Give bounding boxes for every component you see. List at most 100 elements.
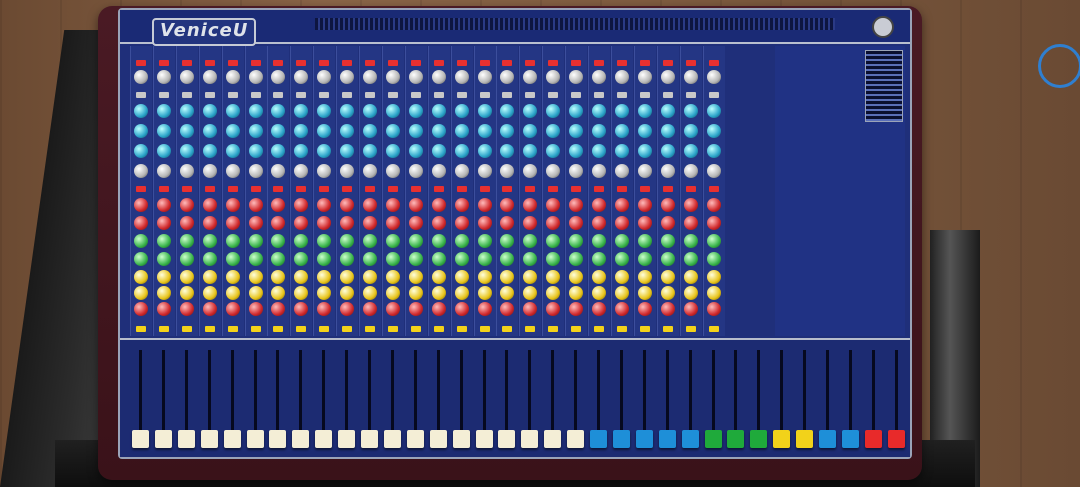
aux-knob[interactable] <box>385 234 400 248</box>
aux-knob[interactable] <box>271 216 286 230</box>
gain-knob[interactable] <box>431 70 446 84</box>
aux-knob[interactable] <box>637 234 652 248</box>
mute-button[interactable] <box>296 186 307 192</box>
aux-knob[interactable] <box>408 234 423 248</box>
gain-knob[interactable] <box>683 70 698 84</box>
aux-knob[interactable] <box>179 234 194 248</box>
aux-knob[interactable] <box>546 252 561 266</box>
aux-knob[interactable] <box>408 198 423 212</box>
solo-button[interactable] <box>365 326 375 332</box>
aux-knob[interactable] <box>683 252 698 266</box>
fader-cap[interactable] <box>841 430 859 448</box>
channel-fader[interactable] <box>588 350 609 455</box>
eq-knob[interactable] <box>202 124 217 138</box>
eq-knob[interactable] <box>134 144 148 158</box>
gain-knob[interactable] <box>248 164 263 178</box>
mute-button[interactable] <box>319 60 330 66</box>
aux-knob[interactable] <box>592 302 606 316</box>
aux-knob[interactable] <box>500 216 515 230</box>
aux-knob[interactable] <box>294 216 309 230</box>
aux-knob[interactable] <box>156 234 171 248</box>
aux-knob[interactable] <box>134 270 148 284</box>
aux-knob[interactable] <box>363 216 377 230</box>
aux-knob[interactable] <box>385 270 400 284</box>
gain-knob[interactable] <box>340 164 355 178</box>
aux-knob[interactable] <box>706 302 721 316</box>
aux-knob[interactable] <box>271 302 286 316</box>
channel-fader[interactable] <box>725 350 746 455</box>
gain-knob[interactable] <box>317 70 332 84</box>
channel-fader[interactable] <box>565 350 586 455</box>
eq-knob[interactable] <box>569 144 584 158</box>
mute-button[interactable] <box>158 60 169 66</box>
eq-knob[interactable] <box>592 144 606 158</box>
eq-knob[interactable] <box>248 124 263 138</box>
aux-knob[interactable] <box>202 252 217 266</box>
switch-button[interactable] <box>319 92 330 98</box>
aux-knob[interactable] <box>134 302 148 316</box>
gain-knob[interactable] <box>385 70 400 84</box>
aux-knob[interactable] <box>477 252 492 266</box>
eq-knob[interactable] <box>317 124 332 138</box>
channel-fader[interactable] <box>222 350 243 455</box>
aux-knob[interactable] <box>225 198 240 212</box>
mute-button[interactable] <box>410 186 421 192</box>
aux-knob[interactable] <box>683 216 698 230</box>
aux-knob[interactable] <box>225 286 240 300</box>
gain-knob[interactable] <box>363 164 377 178</box>
switch-button[interactable] <box>639 92 650 98</box>
solo-button[interactable] <box>410 326 421 332</box>
switch-button[interactable] <box>158 92 169 98</box>
gain-knob[interactable] <box>385 164 400 178</box>
aux-knob[interactable] <box>454 198 469 212</box>
aux-knob[interactable] <box>248 286 263 300</box>
switch-button[interactable] <box>296 92 307 98</box>
eq-knob[interactable] <box>294 124 309 138</box>
fader-cap[interactable] <box>612 430 630 448</box>
aux-knob[interactable] <box>385 198 400 212</box>
eq-knob[interactable] <box>340 104 355 118</box>
fader-cap[interactable] <box>475 430 493 448</box>
eq-knob[interactable] <box>569 124 584 138</box>
eq-knob[interactable] <box>477 144 492 158</box>
eq-knob[interactable] <box>523 144 538 158</box>
mute-button[interactable] <box>365 186 375 192</box>
mute-button[interactable] <box>296 60 307 66</box>
aux-knob[interactable] <box>294 270 309 284</box>
mute-button[interactable] <box>136 60 146 66</box>
mute-button[interactable] <box>250 186 261 192</box>
aux-knob[interactable] <box>569 234 584 248</box>
mute-button[interactable] <box>708 186 719 192</box>
eq-knob[interactable] <box>569 104 584 118</box>
aux-knob[interactable] <box>385 216 400 230</box>
eq-knob[interactable] <box>431 144 446 158</box>
eq-knob[interactable] <box>431 104 446 118</box>
solo-button[interactable] <box>319 326 330 332</box>
aux-knob[interactable] <box>385 252 400 266</box>
mute-button[interactable] <box>616 60 627 66</box>
switch-button[interactable] <box>662 92 673 98</box>
switch-button[interactable] <box>708 92 719 98</box>
gain-knob[interactable] <box>363 70 377 84</box>
mute-button[interactable] <box>204 60 215 66</box>
aux-knob[interactable] <box>660 198 675 212</box>
aux-knob[interactable] <box>202 216 217 230</box>
eq-knob[interactable] <box>454 124 469 138</box>
mute-button[interactable] <box>387 186 398 192</box>
eq-knob[interactable] <box>546 124 561 138</box>
aux-knob[interactable] <box>248 302 263 316</box>
aux-knob[interactable] <box>454 234 469 248</box>
eq-knob[interactable] <box>271 144 286 158</box>
switch-button[interactable] <box>181 92 192 98</box>
gain-knob[interactable] <box>454 70 469 84</box>
mute-button[interactable] <box>571 60 582 66</box>
fader-cap[interactable] <box>361 430 378 448</box>
aux-knob[interactable] <box>683 302 698 316</box>
aux-knob[interactable] <box>179 252 194 266</box>
aux-knob[interactable] <box>317 286 332 300</box>
aux-knob[interactable] <box>340 234 355 248</box>
eq-knob[interactable] <box>500 104 515 118</box>
solo-button[interactable] <box>479 326 490 332</box>
solo-button[interactable] <box>181 326 192 332</box>
aux-knob[interactable] <box>363 234 377 248</box>
